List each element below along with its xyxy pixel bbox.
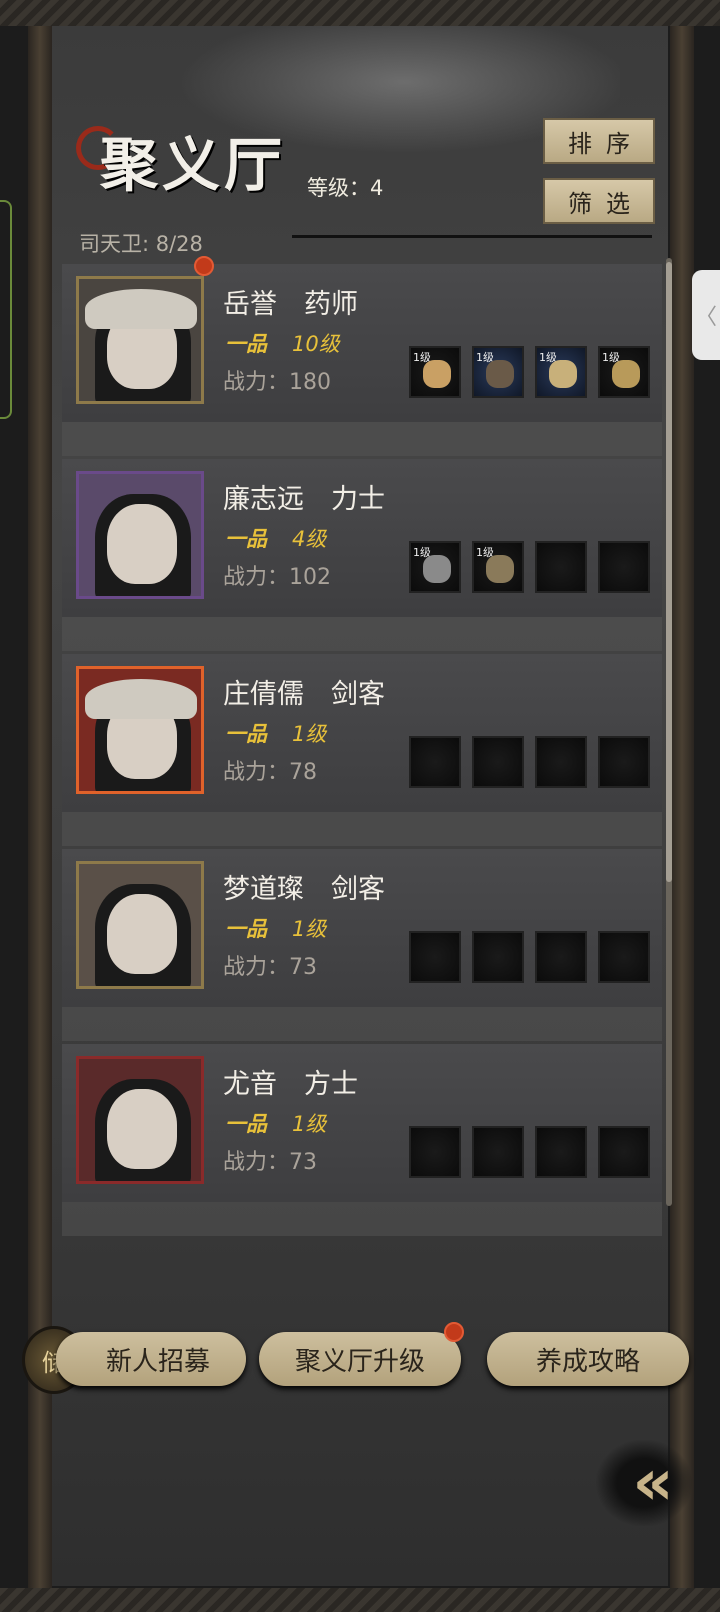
- equipment-slot-empty[interactable]: [598, 541, 650, 593]
- top-decor-band: [0, 0, 720, 26]
- hero-grade: 一品: [225, 917, 267, 941]
- hero-portrait[interactable]: [76, 861, 204, 989]
- hall-upgrade-button[interactable]: 聚义厅升级: [259, 1332, 461, 1386]
- portrait-face: [107, 894, 177, 974]
- equipment-slot-empty[interactable]: [598, 736, 650, 788]
- recruit-button[interactable]: 新人招募: [56, 1332, 246, 1386]
- chevron-left-icon: 〈: [694, 305, 717, 330]
- hero-card[interactable]: 梦道璨 剑客 一品 1级 战力：73: [62, 849, 662, 1007]
- hero-level: 4级: [292, 527, 327, 551]
- hero-power: 战力：78: [223, 760, 317, 785]
- bottom-decor-band: [0, 1588, 720, 1612]
- back-button[interactable]: «: [596, 1440, 692, 1526]
- equipment-item-icon: [612, 360, 640, 388]
- hero-name: 廉志远 力士: [223, 484, 385, 515]
- hero-power: 战力：102: [223, 565, 331, 590]
- hero-portrait[interactable]: [76, 1056, 204, 1184]
- hero-portrait[interactable]: [76, 276, 204, 404]
- scrollbar-thumb[interactable]: [666, 262, 672, 882]
- hero-name: 梦道璨 剑客: [223, 874, 385, 905]
- equipment-slot[interactable]: 1级: [409, 346, 461, 398]
- equipment-slot-empty[interactable]: [472, 931, 524, 983]
- equipment-slot-empty[interactable]: [598, 1126, 650, 1178]
- equipment-item-icon: [486, 360, 514, 388]
- equipment-slot-empty[interactable]: [535, 736, 587, 788]
- hero-notification-dot: [194, 256, 214, 276]
- hero-portrait[interactable]: [76, 666, 204, 794]
- equipment-slot[interactable]: 1级: [472, 541, 524, 593]
- hero-name: 庄倩儒 剑客: [223, 679, 385, 710]
- hero-card[interactable]: 岳誉 药师 一品 10级 战力：180 1级 1级 1级 1级: [62, 264, 662, 422]
- card-separator: [62, 617, 662, 651]
- hero-power: 战力：180: [223, 370, 331, 395]
- title-divider: [292, 235, 652, 238]
- equipment-slot-empty[interactable]: [409, 736, 461, 788]
- equipment-slot-empty[interactable]: [472, 1126, 524, 1178]
- portrait-hat: [85, 679, 197, 719]
- filter-button[interactable]: 筛选: [543, 178, 655, 224]
- hero-grade: 一品: [225, 332, 267, 356]
- card-separator: [62, 812, 662, 846]
- guide-button[interactable]: 养成攻略: [487, 1332, 689, 1386]
- sort-button[interactable]: 排序: [543, 118, 655, 164]
- hero-card[interactable]: 庄倩儒 剑客 一品 1级 战力：78: [62, 654, 662, 812]
- portrait-face: [107, 1089, 177, 1169]
- hero-level: 1级: [292, 917, 327, 941]
- upgrade-notification-dot: [444, 1322, 464, 1342]
- card-separator: [62, 1007, 662, 1041]
- equipment-item-icon: [549, 360, 577, 388]
- hero-portrait[interactable]: [76, 471, 204, 599]
- hall-level: 等级：4: [307, 176, 384, 200]
- hero-power: 战力：73: [223, 1150, 317, 1175]
- equipment-item-icon: [423, 360, 451, 388]
- equipment-slot-empty[interactable]: [535, 541, 587, 593]
- equipment-slot-empty[interactable]: [409, 931, 461, 983]
- hero-card[interactable]: 尤音 方士 一品 1级 战力：73: [62, 1044, 662, 1202]
- hero-grade: 一品: [225, 722, 267, 746]
- hero-power: 战力：73: [223, 955, 317, 980]
- hero-grade: 一品: [225, 1112, 267, 1136]
- equipment-item-icon: [486, 555, 514, 583]
- guard-count: 司天卫: 8/28: [79, 232, 203, 256]
- card-separator: [62, 422, 662, 456]
- equipment-slot-empty[interactable]: [472, 736, 524, 788]
- equipment-slot[interactable]: 1级: [598, 346, 650, 398]
- page-title: 聚义厅: [100, 131, 287, 199]
- hero-level: 1级: [292, 722, 327, 746]
- hero-card[interactable]: 廉志远 力士 一品 4级 战力：102 1级 1级: [62, 459, 662, 617]
- hero-name: 尤音 方士: [223, 1069, 358, 1100]
- equipment-slot-empty[interactable]: [598, 931, 650, 983]
- hero-level: 10级: [292, 332, 340, 356]
- portrait-face: [107, 504, 177, 584]
- right-edge-tab[interactable]: 〈: [692, 270, 720, 360]
- equipment-slot-empty[interactable]: [535, 931, 587, 983]
- equipment-slot-empty[interactable]: [535, 1126, 587, 1178]
- card-separator: [62, 1202, 662, 1236]
- equipment-item-icon: [423, 555, 451, 583]
- hero-level: 1级: [292, 1112, 327, 1136]
- portrait-hat: [85, 289, 197, 329]
- equipment-slot[interactable]: 1级: [472, 346, 524, 398]
- hero-grade: 一品: [225, 527, 267, 551]
- hero-name: 岳誉 药师: [223, 289, 358, 320]
- double-chevron-left-icon: «: [632, 1446, 674, 1520]
- equipment-slot[interactable]: 1级: [535, 346, 587, 398]
- equipment-slot[interactable]: 1级: [409, 541, 461, 593]
- equipment-slot-empty[interactable]: [409, 1126, 461, 1178]
- left-edge-tab[interactable]: [0, 200, 12, 419]
